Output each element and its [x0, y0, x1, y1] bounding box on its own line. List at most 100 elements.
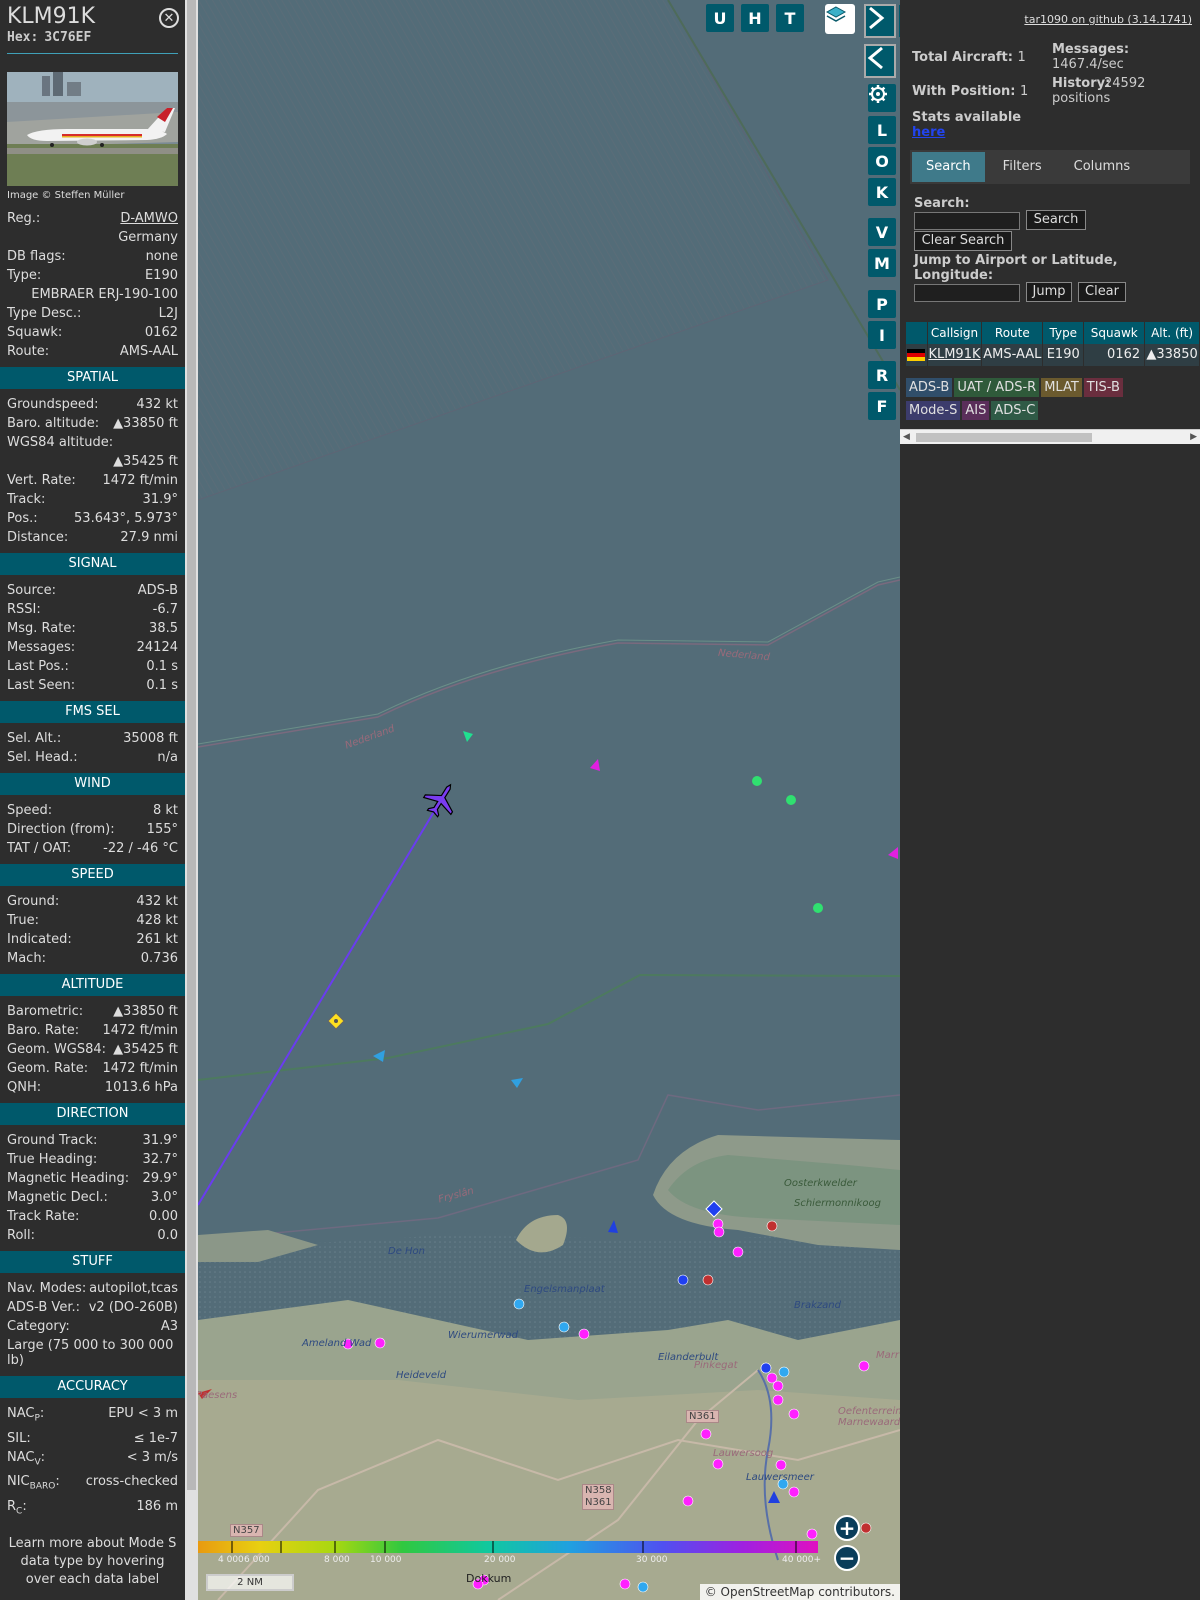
data-value: ▲33850 ft [113, 416, 178, 431]
close-icon[interactable]: ✕ [159, 8, 179, 28]
data-row: Geom. Rate: 1472 ft/min [0, 1059, 185, 1078]
map-label: Lauwersmeer [746, 1472, 814, 1483]
table-horizontal-scrollbar[interactable]: ◀ ▶ [900, 429, 1200, 444]
clear-button[interactable]: Clear [1078, 282, 1126, 302]
data-label: True Heading: [7, 1152, 98, 1167]
map-button-t[interactable]: T [776, 4, 804, 32]
aircraft-marker [578, 1328, 590, 1340]
stats-link[interactable]: here [912, 125, 945, 140]
data-label: Category: [7, 1319, 70, 1334]
aircraft-photo[interactable] [7, 72, 178, 186]
map-button-k[interactable]: K [868, 178, 896, 206]
data-value: -22 / -46 °C [103, 841, 178, 856]
map-button-p[interactable]: P [868, 290, 896, 318]
map-button-r[interactable]: R [868, 361, 896, 389]
settings-gear-icon[interactable] [868, 84, 896, 112]
data-label: ADS-B Ver.: [7, 1300, 80, 1315]
data-value: 8 kt [152, 803, 178, 818]
info-row: EMBRAER ERJ-190-100 [0, 285, 185, 304]
search-input[interactable] [914, 212, 1020, 230]
map-button-i[interactable]: I [868, 321, 896, 349]
aircraft-marker [558, 1321, 570, 1333]
data-label-sub: P [34, 1413, 40, 1424]
info-value: EMBRAER ERJ-190-100 [31, 287, 178, 302]
data-label: Ground Track: [7, 1133, 98, 1148]
sidebar-scrollbar[interactable] [185, 0, 198, 1600]
header-route[interactable]: Route [982, 322, 1044, 344]
info-label: Reg.: [7, 211, 41, 226]
info-label: Route: [7, 344, 50, 359]
scroll-left-icon[interactable]: ◀ [903, 430, 910, 445]
chevron-right-icon[interactable] [864, 4, 896, 38]
data-value: 1472 ft/min [102, 1023, 178, 1038]
aircraft-marker [766, 1220, 778, 1232]
tab-columns[interactable]: Columns [1060, 152, 1145, 182]
map-button-h[interactable]: H [741, 4, 769, 32]
data-value: 186 m [136, 1498, 178, 1514]
data-row: Messages: 24124 [0, 638, 185, 657]
clear-search-button[interactable]: Clear Search [914, 231, 1012, 251]
data-label: Sel. Alt.: [7, 731, 62, 746]
map-button-l[interactable]: L [868, 116, 896, 144]
registration-link[interactable]: D-AMWO [120, 209, 178, 228]
scroll-right-icon[interactable]: ▶ [1190, 430, 1197, 445]
table-body: KLM91K AMS-AAL E190 0162 ▲33850 [906, 344, 1200, 366]
data-value: 29.9° [142, 1171, 178, 1186]
chevron-left-icon[interactable] [864, 44, 896, 78]
header-squawk[interactable]: Squawk [1084, 322, 1146, 344]
info-row: Type: E190 [0, 266, 185, 285]
map-label: Marr [876, 1350, 899, 1361]
github-link[interactable]: tar1090 on github (3.14.1741) [1024, 13, 1192, 26]
sidebar-scroll-thumb[interactable] [187, 0, 196, 1490]
zoom-out-button[interactable]: − [834, 1545, 860, 1571]
info-value: none [145, 249, 178, 264]
info-label: Type: [7, 268, 42, 283]
map-button-m[interactable]: M [868, 249, 896, 277]
aircraft-marker [713, 1226, 725, 1238]
table-row[interactable]: KLM91K AMS-AAL E190 0162 ▲33850 [906, 344, 1200, 366]
data-label: Distance: [7, 530, 69, 545]
data-value: 432 kt [136, 894, 178, 909]
data-row: Mach: 0.736 [0, 949, 185, 968]
map-button-u[interactable]: U [706, 4, 734, 32]
data-label: TAT / OAT: [7, 841, 72, 856]
data-value: 0.1 s [146, 678, 178, 693]
aircraft-marker [637, 1581, 649, 1593]
data-row: Barometric: ▲33850 ft [0, 1002, 185, 1021]
data-value: v2 (DO-260B) [88, 1300, 178, 1315]
data-label: Track: [7, 492, 46, 507]
hscroll-thumb[interactable] [916, 433, 1092, 442]
total-aircraft-label: Total Aircraft: [912, 50, 1013, 65]
jump-button[interactable]: Jump [1026, 282, 1072, 302]
data-value: 35008 ft [123, 731, 178, 746]
data-row: Ground Track: 31.9° [0, 1131, 185, 1150]
jump-input[interactable] [914, 284, 1020, 302]
data-label-sub: BARO [29, 1481, 56, 1492]
section-header-stuff: STUFF [0, 1251, 185, 1273]
header-alt-ft-[interactable]: Alt. (ft) [1145, 322, 1200, 344]
road-label: N361 [686, 1410, 719, 1423]
map-button-o[interactable]: O [868, 147, 896, 175]
layers-icon[interactable] [825, 4, 855, 34]
aircraft-marker [760, 1362, 772, 1374]
germany-flag-icon [906, 344, 928, 366]
search-button[interactable]: Search [1026, 210, 1086, 230]
data-label: Magnetic Heading: [7, 1171, 130, 1186]
road-label: N358 N361 [582, 1484, 614, 1510]
map-view[interactable]: Nederland Nederland Oosterkwelder Schiermon… [198, 0, 900, 1600]
header-callsign[interactable]: Callsign [927, 322, 983, 344]
cell-callsign[interactable]: KLM91K [927, 344, 983, 366]
data-value: ▲35425 ft [113, 454, 178, 469]
tab-filters[interactable]: Filters [989, 152, 1056, 182]
search-label: Search: [914, 196, 970, 211]
map-button-v[interactable]: V [868, 218, 896, 246]
data-label-base: R [7, 1498, 17, 1514]
map-button-f[interactable]: F [868, 392, 896, 420]
data-label-base: NAC [7, 1449, 35, 1465]
header-type[interactable]: Type [1043, 322, 1085, 344]
data-value: 432 kt [136, 397, 178, 412]
data-label: QNH: [7, 1080, 42, 1095]
tab-search[interactable]: Search [912, 152, 985, 182]
info-sections: SPATIAL Groundspeed: 432 kt Baro. altitude:… [0, 367, 185, 1521]
zoom-in-button[interactable]: + [834, 1515, 860, 1541]
